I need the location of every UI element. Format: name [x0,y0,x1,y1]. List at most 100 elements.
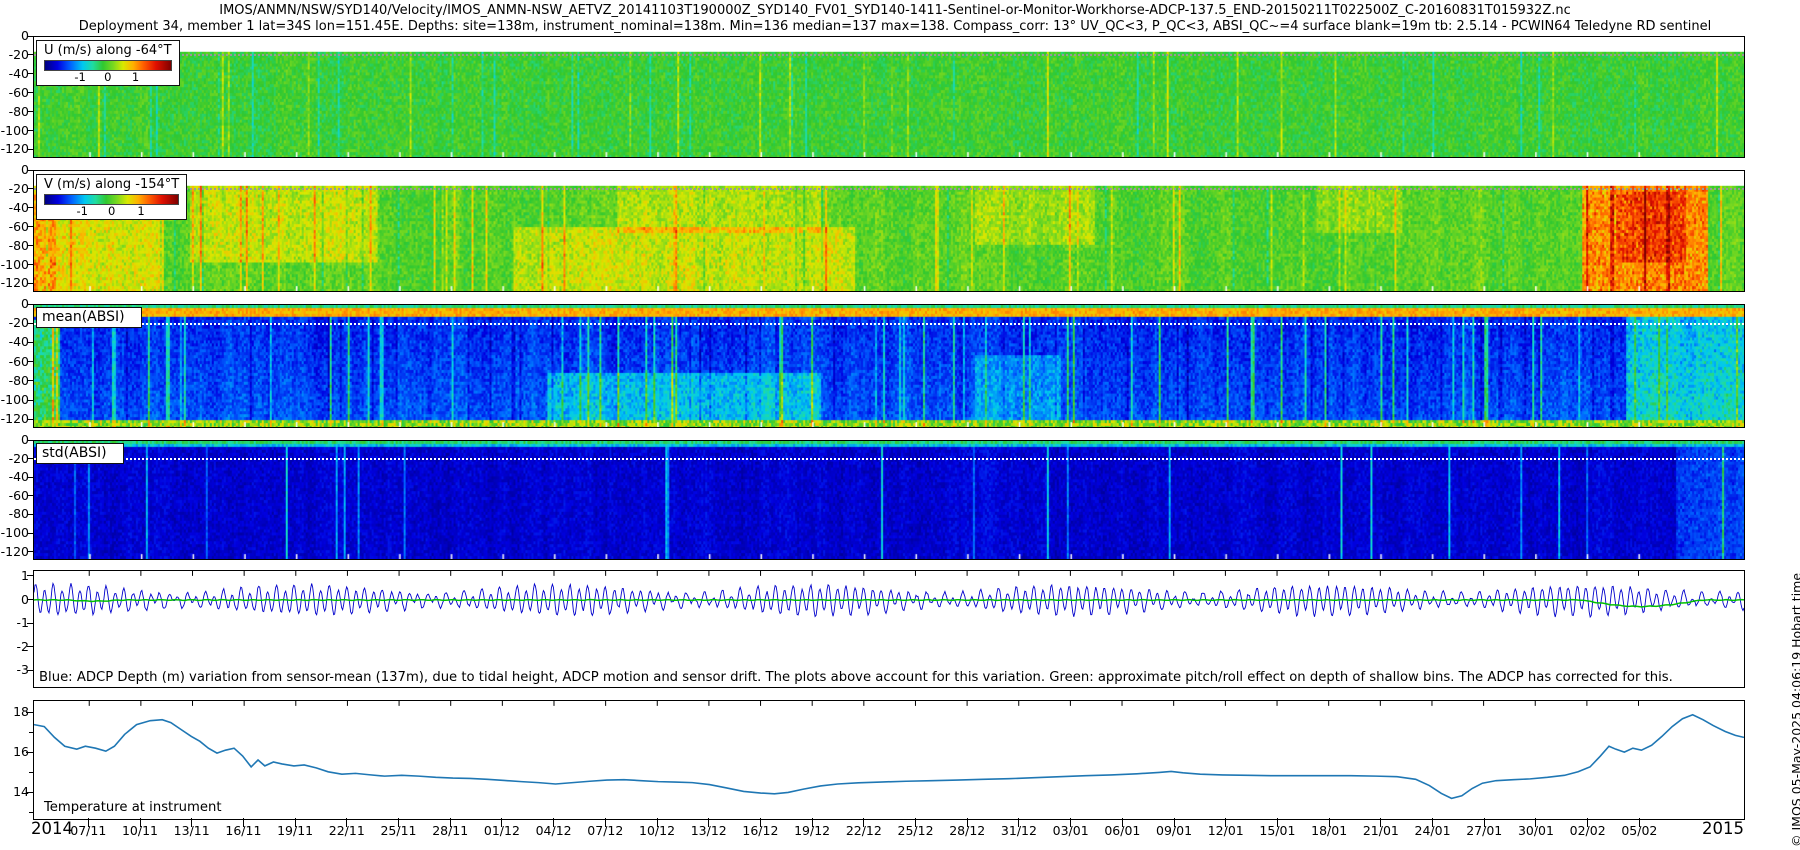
y-tick-mark [27,73,33,75]
panel-mean-absi: mean(ABSI) [33,304,1745,428]
y-tick-label: -100 [0,525,29,541]
v-velocity-colorbar-ticks: -1 0 1 [44,204,179,219]
x-tick-mark [1380,818,1382,827]
y-minor-tick-mark [29,811,33,813]
y-tick-label: -20 [8,46,29,62]
y-tick-label: -60 [8,487,29,503]
y-tick-mark [27,495,33,497]
y-tick-label: -80 [8,103,29,119]
y-tick-label: -120 [0,141,29,157]
y-tick-mark [27,476,33,478]
y-minor-tick-mark [29,771,33,773]
y-tick-mark [27,245,33,247]
surface-blank-line [34,188,1744,191]
panel-u-velocity: U (m/s) along -64°T -1 0 1 [33,36,1745,158]
y-tick-mark [27,264,33,266]
x-tick-mark [759,818,761,827]
y-tick-label: -20 [8,315,29,331]
x-tick-mark [1638,818,1640,827]
y-tick-mark [27,622,33,624]
y-tick-label: -2 [16,638,29,654]
v-velocity-legend: V (m/s) along -154°T -1 0 1 [36,174,188,220]
x-tick-mark [1070,818,1072,827]
y-tick-label: 1 [21,567,29,583]
y-tick-label: -100 [0,392,29,408]
copyright-watermark: © IMOS 05-May-2025 04:06:19 Hobart time [1789,572,1800,847]
v-velocity-legend-title: V (m/s) along -154°T [44,177,180,192]
x-tick-mark [1276,818,1278,827]
std-absi-label: std(ABSI) [36,443,124,464]
surface-blank-line [34,322,1744,325]
y-tick-mark [27,669,33,671]
y-tick-mark [27,169,33,171]
y-tick-mark [27,130,33,132]
y-tick-label: -60 [8,218,29,234]
y-tick-label: -40 [8,199,29,215]
x-tick-mark [553,818,555,827]
colorbar-tick-label: -1 [76,204,88,218]
y-tick-label: -20 [8,180,29,196]
x-tick-mark [863,818,865,827]
y-tick-mark [27,380,33,382]
u-velocity-colorbar-ticks: -1 0 1 [44,70,172,85]
y-tick-mark [27,226,33,228]
surface-blank-line [34,54,1744,57]
y-tick-mark [26,791,33,793]
y-tick-label: 0 [21,28,29,43]
y-minor-tick-mark [29,731,33,733]
y-tick-label: -3 [16,662,29,678]
y-tick-label: -40 [8,334,29,350]
y-tick-label: -40 [8,65,29,81]
x-tick-mark [708,818,710,827]
y-tick-label: 18 [13,704,29,719]
figure-title: IMOS/ANMN/NSW/SYD140/Velocity/IMOS_ANMN-… [219,3,1571,18]
y-tick-label: -60 [8,353,29,369]
u-velocity-legend-title: U (m/s) along -64°T [44,43,172,58]
temperature-plot [34,701,1744,819]
x-tick-mark [139,818,141,827]
y-tick-mark [27,35,33,37]
y-tick-label: -120 [0,275,29,291]
y-tick-mark [27,418,33,420]
y-tick-mark [27,532,33,534]
x-tick-mark [294,818,296,827]
panel-v-velocity: V (m/s) along -154°T -1 0 1 [33,170,1745,292]
x-tick-mark [501,818,503,827]
x-tick-mark [811,818,813,827]
y-tick-label: 16 [13,744,29,759]
y-tick-mark [27,599,33,600]
x-tick-mark [242,818,244,827]
y-tick-mark [27,341,33,343]
y-tick-label: 0 [21,296,29,311]
y-tick-mark [27,322,33,324]
y-tick-mark [27,54,33,56]
x-tick-mark [1018,818,1020,827]
x-tick-mark [915,818,917,827]
x-tick-mark [604,818,606,827]
figure-root: IMOS/ANMN/NSW/SYD140/Velocity/IMOS_ANMN-… [0,0,1800,850]
y-tick-mark [27,399,33,401]
y-tick-mark [27,513,33,515]
year-right-label: 2015 [1702,819,1744,838]
y-tick-mark [27,111,33,113]
x-tick-mark [1535,818,1537,827]
depth-variation-caption: Blue: ADCP Depth (m) variation from sens… [39,670,1673,685]
panel-std-absi: std(ABSI) [33,440,1745,560]
panel-temperature: Temperature at instrument [33,700,1745,820]
y-tick-label: -40 [8,469,29,485]
y-tick-label: -120 [0,411,29,427]
y-tick-label: 0 [21,591,29,607]
x-tick-mark [191,818,193,827]
x-tick-mark [1483,818,1485,827]
x-tick-mark [1225,818,1227,827]
y-tick-label: -120 [0,543,29,559]
x-tick-mark [1173,818,1175,827]
colorbar-tick-label: 0 [107,204,116,218]
y-tick-label: 0 [21,162,29,177]
colorbar-tick-label: 1 [131,70,140,84]
colorbar-tick-label: -1 [74,70,86,84]
y-tick-label: -80 [8,237,29,253]
y-tick-mark [26,711,33,713]
u-velocity-legend: U (m/s) along -64°T -1 0 1 [36,40,180,86]
y-tick-label: 14 [13,784,29,799]
